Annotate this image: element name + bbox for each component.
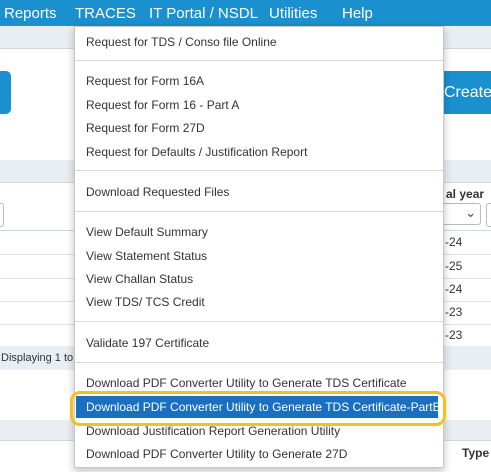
type-column-header: Type bbox=[462, 446, 490, 460]
menu-divider bbox=[75, 170, 443, 171]
highlight-annotation bbox=[70, 391, 446, 426]
menu-divider bbox=[75, 321, 443, 322]
menu-divider bbox=[75, 362, 443, 363]
menu-item-download-justification-utility[interactable]: Download Justification Report Generation… bbox=[86, 424, 340, 438]
menu-item-view-challan-status[interactable]: View Challan Status bbox=[86, 272, 193, 286]
menu-item-request-form-27d[interactable]: Request for Form 27D bbox=[86, 121, 205, 135]
row-year: -24 bbox=[445, 235, 463, 249]
menu-item-view-statement-status[interactable]: View Statement Status bbox=[86, 249, 207, 263]
menu-item-view-tds-tcs-credit[interactable]: View TDS/ TCS Credit bbox=[86, 295, 205, 309]
menu-help[interactable]: Help bbox=[342, 5, 373, 22]
menu-item-view-default-summary[interactable]: View Default Summary bbox=[86, 225, 208, 239]
secondary-select[interactable] bbox=[486, 203, 491, 227]
menu-divider bbox=[75, 60, 443, 61]
row-year: -24 bbox=[445, 282, 463, 296]
menu-utilities[interactable]: Utilities bbox=[269, 5, 317, 22]
left-action-button[interactable] bbox=[0, 71, 11, 114]
menu-item-download-requested-files[interactable]: Download Requested Files bbox=[86, 185, 229, 199]
row-year: -23 bbox=[445, 305, 463, 319]
create-button[interactable]: Create ( bbox=[438, 71, 491, 114]
menu-item-request-tds-conso[interactable]: Request for TDS / Conso file Online bbox=[86, 35, 277, 49]
menu-item-request-defaults-report[interactable]: Request for Defaults / Justification Rep… bbox=[86, 145, 307, 159]
row-year: -25 bbox=[445, 259, 463, 273]
financial-year-label: al year bbox=[446, 187, 485, 201]
row-year: -23 bbox=[445, 328, 463, 342]
menu-divider bbox=[75, 211, 443, 212]
chevron-down-icon: ⌄ bbox=[465, 205, 476, 220]
menu-item-download-pdf-converter-tds[interactable]: Download PDF Converter Utility to Genera… bbox=[86, 376, 407, 390]
menu-it-portal-nsdl[interactable]: IT Portal / NSDL bbox=[149, 5, 258, 22]
menu-item-request-form-16a[interactable]: Request for Form 16A bbox=[86, 74, 204, 88]
top-menu-bar: Reports TRACES IT Portal / NSDL Utilitie… bbox=[0, 0, 491, 26]
menu-traces[interactable]: TRACES bbox=[75, 5, 136, 22]
menu-item-request-form-16-part-a[interactable]: Request for Form 16 - Part A bbox=[86, 98, 239, 112]
left-filter-select[interactable] bbox=[0, 203, 4, 227]
menu-item-download-pdf-converter-27d[interactable]: Download PDF Converter Utility to Genera… bbox=[86, 447, 347, 461]
menu-item-validate-197-certificate[interactable]: Validate 197 Certificate bbox=[86, 336, 209, 350]
menu-reports[interactable]: Reports bbox=[4, 5, 57, 22]
